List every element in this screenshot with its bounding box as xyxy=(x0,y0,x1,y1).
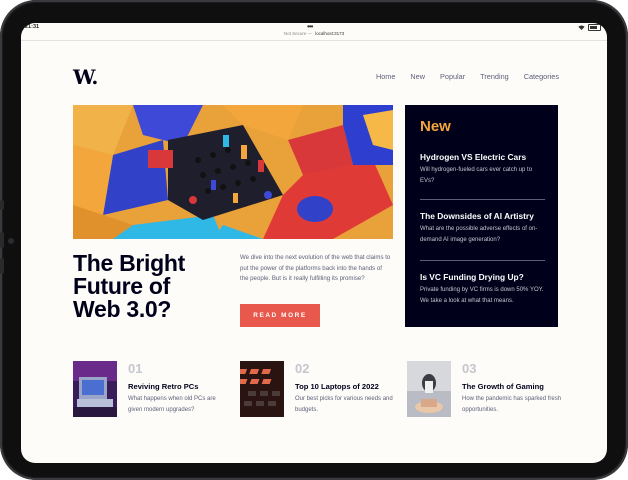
new-item[interactable]: Is VC Funding Drying Up? Private funding… xyxy=(420,272,546,308)
card-title[interactable]: Top 10 Laptops of 2022 xyxy=(295,382,379,391)
new-item-title[interactable]: The Downsides of AI Artistry xyxy=(420,211,546,222)
hero-illustration xyxy=(73,105,393,239)
new-item[interactable]: Hydrogen VS Electric Cars Will hydrogen-… xyxy=(420,152,546,188)
new-item-desc: What are the possible adverse effects of… xyxy=(420,226,538,244)
new-articles-panel: New Hydrogen VS Electric Cars Will hydro… xyxy=(405,105,558,327)
new-item-title[interactable]: Is VC Funding Drying Up? xyxy=(420,272,546,283)
hero-title: The Bright Future of Web 3.0? xyxy=(73,252,233,321)
new-item-title[interactable]: Hydrogen VS Electric Cars xyxy=(420,152,546,163)
card-description: What happens when old PCs are given mode… xyxy=(128,396,216,414)
new-heading: New xyxy=(420,118,451,135)
card-title[interactable]: The Growth of Gaming xyxy=(462,382,544,391)
url-host: localhost:3173 xyxy=(315,31,345,36)
laptop-keyboard-image xyxy=(240,361,284,417)
gaming-image xyxy=(407,361,451,417)
side-button xyxy=(0,232,4,248)
battery-icon xyxy=(588,24,601,31)
card-number: 01 xyxy=(128,361,143,376)
hero-description: We dive into the next evolution of the w… xyxy=(240,254,391,283)
main-nav: Home New Popular Trending Categories xyxy=(376,72,559,81)
status-time: 21:31 xyxy=(25,24,40,30)
hero-image xyxy=(73,105,393,239)
nav-new[interactable]: New xyxy=(410,72,425,81)
side-button xyxy=(0,258,4,274)
article-card[interactable]: 03 The Growth of Gaming How the pandemic… xyxy=(407,361,567,419)
screen: 21:31 ••• Not Secure — localhost:3173 W. … xyxy=(21,23,607,463)
security-label: Not Secure — xyxy=(283,31,313,36)
article-card[interactable]: 02 Top 10 Laptops of 2022 Our best picks… xyxy=(240,361,400,419)
read-more-button[interactable]: READ MORE xyxy=(240,304,320,327)
status-indicators xyxy=(578,24,601,31)
divider xyxy=(420,199,545,200)
card-thumbnail[interactable] xyxy=(407,361,451,417)
card-number: 03 xyxy=(462,361,477,376)
hero-title-line: The Bright xyxy=(73,250,185,276)
card-thumbnail[interactable] xyxy=(73,361,117,417)
card-thumbnail[interactable] xyxy=(240,361,284,417)
multitask-dots[interactable]: ••• xyxy=(307,23,313,31)
new-item[interactable]: The Downsides of AI Artistry What are th… xyxy=(420,211,546,247)
side-button xyxy=(0,200,4,210)
card-title[interactable]: Reviving Retro PCs xyxy=(128,382,198,391)
front-camera xyxy=(8,238,14,244)
new-item-desc: Private funding by VC firms is down 50% … xyxy=(420,287,544,305)
tablet-frame: 21:31 ••• Not Secure — localhost:3173 W. … xyxy=(0,0,628,480)
nav-popular[interactable]: Popular xyxy=(440,72,465,81)
article-card[interactable]: 01 Reviving Retro PCs What happens when … xyxy=(73,361,233,419)
nav-trending[interactable]: Trending xyxy=(480,72,509,81)
nav-home[interactable]: Home xyxy=(376,72,395,81)
url-bar[interactable]: Not Secure — localhost:3173 xyxy=(21,31,607,41)
wifi-icon xyxy=(578,25,585,30)
divider xyxy=(420,260,545,261)
card-description: How the pandemic has sparked fresh oppor… xyxy=(462,396,562,414)
site-logo[interactable]: W. xyxy=(73,65,98,89)
retro-pc-image xyxy=(73,361,117,417)
new-item-desc: Will hydrogen-fueled cars ever catch up … xyxy=(420,167,533,185)
card-number: 02 xyxy=(295,361,310,376)
card-description: Our best picks for various needs and bud… xyxy=(295,396,393,414)
hero-title-line: Web 3.0? xyxy=(73,296,172,322)
hero-title-line: Future of xyxy=(73,273,170,299)
nav-categories[interactable]: Categories xyxy=(524,72,559,81)
